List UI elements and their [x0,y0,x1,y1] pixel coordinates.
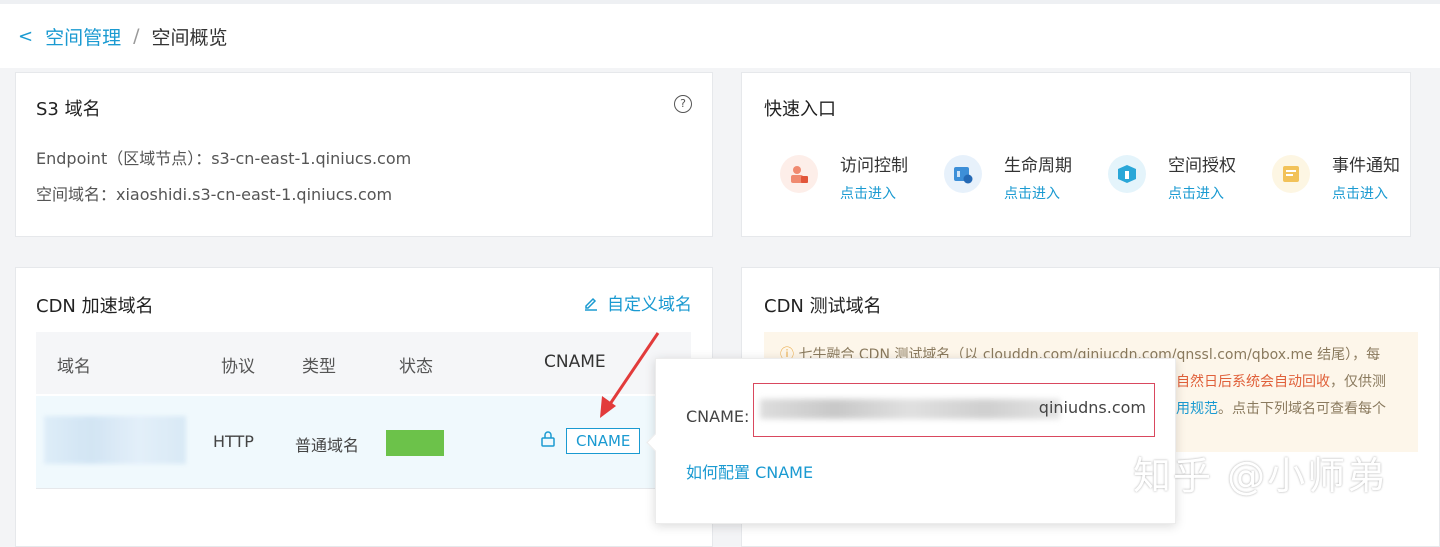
annotation-arrow [600,332,660,418]
edit-icon [585,297,597,311]
watermark: 知乎 @小师弟 [1133,454,1388,498]
cname-value-suffix: qiniudns.com [1038,398,1146,417]
quick-entry-label: 空间授权 [1168,156,1236,176]
quick-entry-lifecycle[interactable]: 生命周期 点击进入 [944,151,1104,211]
quick-entry-authorization[interactable]: 空间授权 点击进入 [1108,151,1268,211]
cdn-test-title: CDN 测试域名 [764,296,882,317]
column-protocol: 协议 [221,357,255,377]
custom-domain-link[interactable]: 自定义域名 [583,290,692,315]
authorization-icon [1108,155,1146,193]
usage-rules-link[interactable]: 用规范 [1176,401,1218,417]
cname-popover: CNAME: qiniudns.com 如何配置 CNAME [646,358,1176,524]
quick-entry-label: 访问控制 [840,156,908,176]
quick-entry-link[interactable]: 点击进入 [1004,183,1060,203]
access-control-icon [780,155,818,193]
quick-entry-link[interactable]: 点击进入 [1168,183,1224,203]
back-icon[interactable]: < [18,26,33,47]
domain-cell-redacted [44,416,186,464]
protocol-cell: HTTP [213,432,254,451]
space-domain-text: 空间域名：xiaoshidi.s3-cn-east-1.qiniucs.com [36,185,393,204]
quick-entry-title: 快速入口 [764,99,836,120]
quick-entry-label: 事件通知 [1332,156,1400,176]
notice-line-2: ，仅供测 [1330,374,1386,390]
quick-entry-link[interactable]: 点击进入 [840,183,896,203]
cname-value-highlight[interactable]: qiniudns.com [753,383,1155,437]
notice-line-3: 。点击下列域名可查看每个 [1218,401,1386,417]
column-domain: 域名 [57,357,91,377]
status-cell-redacted [386,430,444,456]
event-notify-icon [1272,155,1310,193]
how-to-configure-cname-link[interactable]: 如何配置 CNAME [686,459,813,483]
quick-entry-card: 快速入口 访问控制 点击进入 生命周期 点击进入 空间授权 点击进入 事件通知 … [741,72,1411,237]
lock-icon [541,431,555,447]
s3-card-title: S3 域名 [36,99,101,120]
custom-domain-label: 自定义域名 [607,295,692,315]
type-cell: 普通域名 [295,436,360,455]
cname-value-redacted [760,399,1060,419]
s3-domain-card: S3 域名 ? Endpoint（区域节点）：s3-cn-east-1.qini… [15,72,713,237]
help-icon[interactable]: ? [674,95,692,113]
lifecycle-icon [944,155,982,193]
notice-recycle-text: 自然日后系统会自动回收 [1176,374,1330,390]
breadcrumb-space-management[interactable]: 空间管理 [45,23,121,50]
cname-button[interactable]: CNAME [566,428,641,454]
quick-entry-event-notify[interactable]: 事件通知 点击进入 [1272,151,1432,211]
breadcrumb: < 空间管理 / 空间概览 [0,4,1440,68]
breadcrumb-separator: / [133,25,140,47]
cdn-card-title: CDN 加速域名 [36,296,154,317]
quick-entry-access-control[interactable]: 访问控制 点击进入 [780,151,940,211]
quick-entry-label: 生命周期 [1004,156,1072,176]
cname-label: CNAME: [686,407,750,426]
endpoint-text: Endpoint（区域节点）：s3-cn-east-1.qiniucs.com [36,149,412,168]
column-status: 状态 [399,357,433,377]
quick-entry-link[interactable]: 点击进入 [1332,183,1388,203]
column-type: 类型 [302,357,336,377]
breadcrumb-current: 空间概览 [151,26,228,49]
